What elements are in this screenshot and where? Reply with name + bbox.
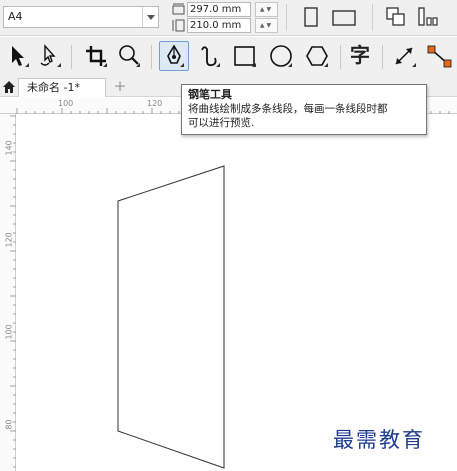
toolbox: 字: [0, 37, 457, 77]
tab-untitled-1[interactable]: 未命名 -1*: [18, 78, 106, 97]
crop-icon: [86, 46, 107, 67]
home-icon[interactable]: [2, 80, 16, 94]
tooltip-description-line1: 将曲线绘制成多条线段，每画一条线段时都: [188, 103, 388, 115]
rectangle-icon: [234, 46, 256, 67]
ruler-label: 80: [4, 419, 14, 430]
rectangle-tool-button[interactable]: [230, 41, 260, 71]
property-bar: A4 297.0 mm ▲▼ 210.0 mm ▲▼: [0, 0, 457, 36]
portrait-icon: [304, 7, 318, 27]
portrait-button[interactable]: [297, 3, 325, 31]
page-width-input[interactable]: 297.0 mm: [187, 2, 251, 17]
ruler-label: 140: [4, 140, 14, 156]
shape-edit-icon: [40, 44, 61, 67]
dimension-line-icon: [395, 47, 416, 67]
separator: [286, 4, 287, 31]
page-height-row: 210.0 mm ▲▼: [172, 18, 280, 33]
pen-tool-tooltip: 钢笔工具 将曲线绘制成多条线段，每画一条线段时都 可以进行预览.: [181, 84, 427, 135]
ellipse-icon: [270, 45, 292, 67]
page-height-icon: [172, 19, 185, 32]
all-pages-button[interactable]: [382, 3, 410, 31]
pen-tool-button[interactable]: [159, 41, 189, 71]
connector-tool-button[interactable]: [424, 41, 454, 71]
drawing-canvas[interactable]: [17, 115, 457, 471]
canvas-drawing: [117, 165, 225, 469]
hexagon-icon: [306, 46, 328, 67]
text-tool-button[interactable]: 字: [346, 41, 376, 71]
page-height-spinner[interactable]: ▲▼: [255, 18, 278, 33]
page-width-spinner[interactable]: ▲▼: [255, 2, 278, 17]
chevron-down-icon[interactable]: [142, 7, 158, 27]
tooltip-title: 钢笔工具: [188, 88, 232, 101]
landscape-button[interactable]: [330, 3, 358, 31]
pick-arrow-icon: [12, 46, 29, 67]
polygon-tool-button[interactable]: [302, 41, 332, 71]
freehand-curve-icon: [201, 46, 220, 67]
current-page-button[interactable]: [414, 3, 442, 31]
landscape-icon: [332, 10, 356, 26]
ruler-label: 120: [4, 232, 14, 248]
ruler-label: 120: [147, 99, 163, 108]
separator: [71, 45, 72, 69]
all-pages-icon: [386, 7, 405, 26]
magnifier-icon: [119, 45, 140, 67]
ellipse-tool-button[interactable]: [266, 41, 296, 71]
page-width-row: 297.0 mm ▲▼: [172, 2, 280, 17]
pen-nib-icon: [167, 44, 184, 67]
current-page-icon: [418, 7, 438, 26]
page-width-icon: [172, 3, 185, 15]
freehand-pick-tool-button[interactable]: [35, 41, 65, 71]
tooltip-description-line2: 可以进行预览.: [188, 117, 255, 129]
page-height-input[interactable]: 210.0 mm: [187, 18, 251, 33]
vertical-ruler[interactable]: 140 120 100 80: [0, 114, 16, 471]
add-tab-button[interactable]: +: [112, 79, 128, 95]
dimension-tool-button[interactable]: [390, 41, 420, 71]
text-tool-icon: 字: [350, 43, 370, 67]
paper-size-value: A4: [8, 10, 23, 23]
tab-label: 未命名 -1*: [27, 81, 80, 94]
separator: [382, 45, 383, 69]
watermark-text: 最需教育: [333, 428, 425, 452]
separator: [340, 45, 341, 69]
freehand-tool-button[interactable]: [194, 41, 224, 71]
separator: [372, 4, 373, 31]
pick-tool-button[interactable]: [3, 41, 33, 71]
connector-icon: [427, 45, 452, 68]
zoom-tool-button[interactable]: [114, 41, 144, 71]
paper-size-select[interactable]: A4: [3, 6, 159, 28]
ruler-label: 100: [58, 99, 74, 108]
drawn-quadrilateral[interactable]: [117, 165, 225, 469]
ruler-label: 100: [4, 324, 14, 340]
crop-tool-button[interactable]: [81, 41, 111, 71]
separator: [151, 45, 152, 69]
